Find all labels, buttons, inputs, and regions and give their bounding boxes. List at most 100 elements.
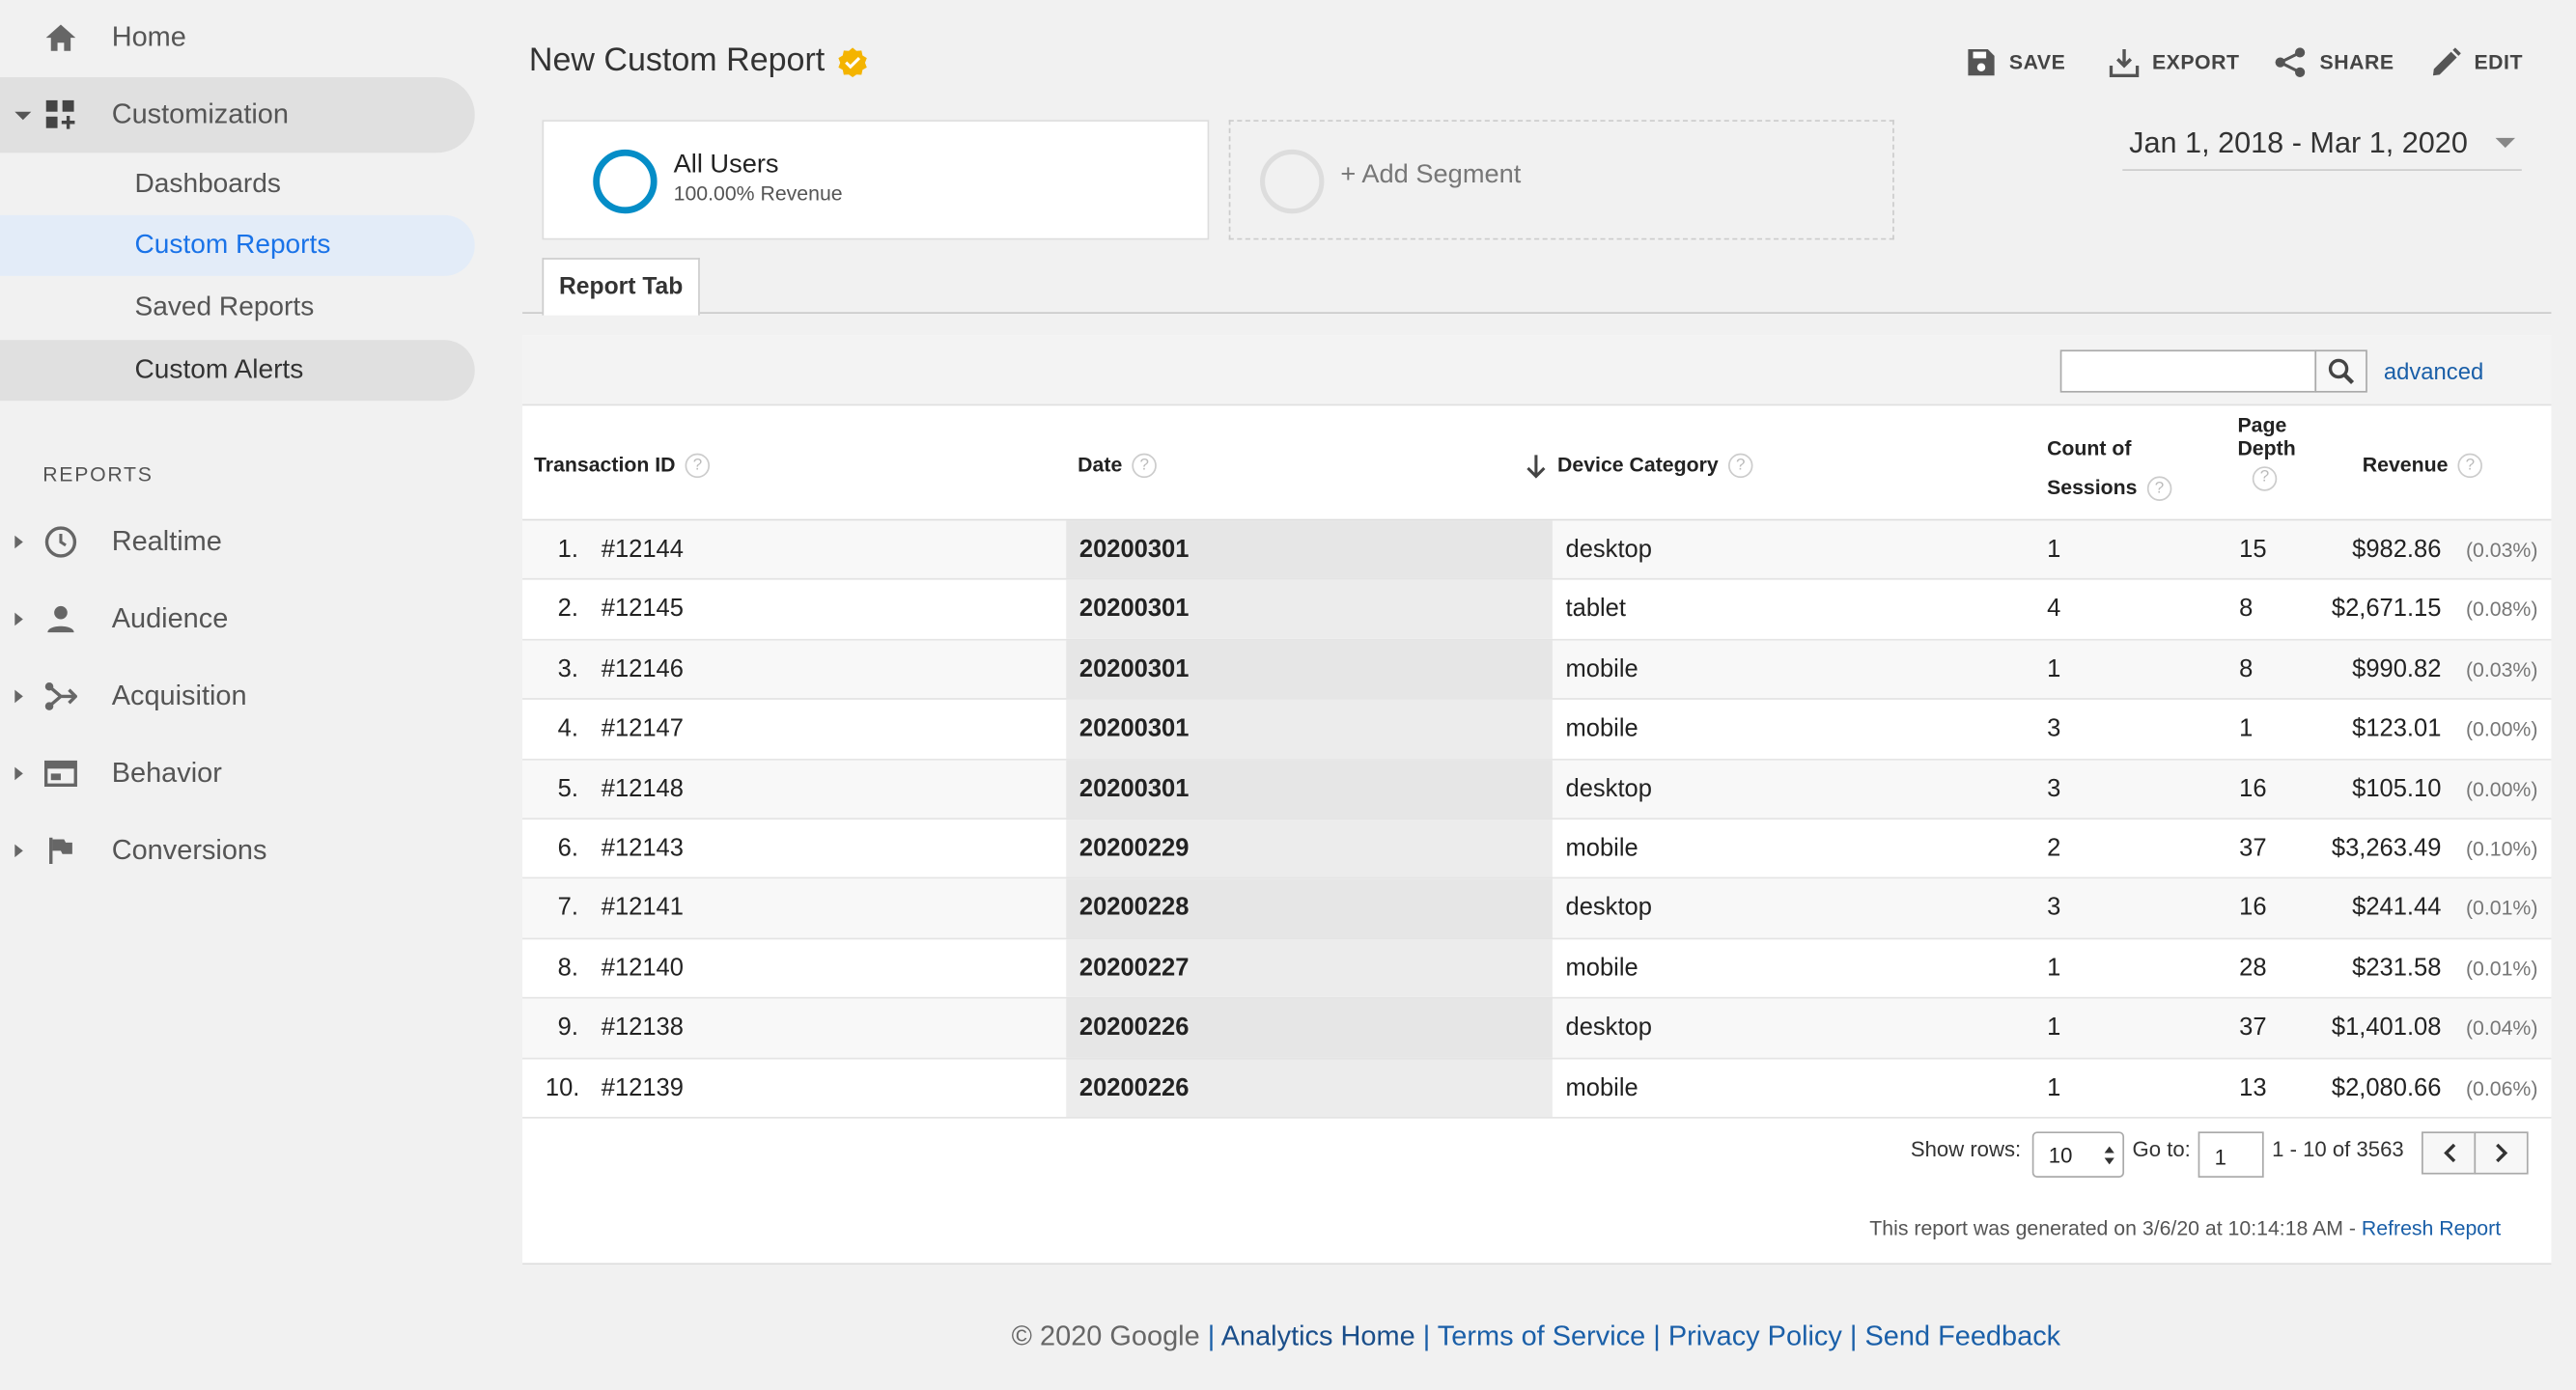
date-cell: 20200229	[1078, 834, 1190, 863]
row-number: 9.	[557, 1014, 578, 1042]
help-icon[interactable]: ?	[1727, 453, 1753, 479]
save-label: SAVE	[2008, 50, 2066, 74]
column-transaction-id[interactable]: Transaction ID ?	[534, 449, 711, 484]
feedback-link[interactable]: Send Feedback	[1864, 1320, 2060, 1351]
date-cell: 20200301	[1078, 595, 1190, 624]
sidebar-item-conversions[interactable]: Conversions	[0, 813, 475, 888]
column-date[interactable]: Date ?	[1078, 449, 1158, 484]
revenue-percent-cell: (0.10%)	[2465, 837, 2538, 861]
goto-page-input[interactable]: 1	[2198, 1131, 2264, 1178]
table-row[interactable]: 3. #12146 20200301 mobile 1 8 $990.82 (0.03%)	[522, 640, 2552, 701]
merge-arrows-icon	[42, 679, 78, 714]
refresh-report-link[interactable]: Refresh Report	[2362, 1217, 2501, 1240]
separator: |	[1849, 1320, 1858, 1352]
show-rows-select[interactable]: 10	[2031, 1131, 2125, 1178]
transaction-id-cell[interactable]: #12139	[602, 1073, 684, 1101]
sidebar-item-behavior[interactable]: Behavior	[0, 736, 475, 811]
sidebar-item-label: Saved Reports	[134, 292, 315, 322]
device-category-cell[interactable]: desktop	[1566, 774, 1652, 802]
goto-label: Go to:	[2132, 1136, 2191, 1161]
sidebar-item-audience[interactable]: Audience	[0, 581, 475, 656]
sidebar-item-custom-reports[interactable]: Custom Reports	[0, 214, 475, 276]
search-button[interactable]	[2314, 349, 2367, 393]
device-category-cell[interactable]: desktop	[1566, 894, 1652, 922]
device-category-cell[interactable]: mobile	[1566, 954, 1638, 982]
help-icon[interactable]: ?	[1132, 453, 1158, 479]
table-row[interactable]: 1. #12144 20200301 desktop 1 15 $982.86 (0.03%)	[522, 520, 2552, 581]
help-icon[interactable]: ?	[685, 453, 711, 479]
device-category-cell[interactable]: desktop	[1566, 536, 1652, 564]
chevron-right-icon	[14, 689, 23, 704]
device-category-cell[interactable]: mobile	[1566, 655, 1638, 683]
segment-all-users[interactable]: All Users 100.00% Revenue	[542, 120, 1210, 240]
device-category-cell[interactable]: tablet	[1566, 596, 1626, 624]
device-category-cell[interactable]: mobile	[1566, 834, 1638, 862]
column-count-of-sessions[interactable]: Count of Sessions?	[2047, 427, 2172, 506]
edit-button[interactable]: EDIT	[2431, 44, 2523, 80]
page-depth-cell: 8	[2239, 654, 2254, 683]
column-revenue[interactable]: Revenue ?	[2363, 449, 2483, 484]
transaction-id-cell[interactable]: #12141	[602, 894, 684, 922]
revenue-cell: $2,671.15	[2331, 595, 2442, 624]
revenue-cell: $982.86	[2352, 535, 2442, 564]
transaction-id-cell[interactable]: #12138	[602, 1014, 684, 1042]
transaction-id-cell[interactable]: #12148	[602, 774, 684, 802]
sessions-cell: 1	[2047, 1073, 2061, 1102]
transaction-id-cell[interactable]: #12140	[602, 954, 684, 982]
table-row[interactable]: 2. #12145 20200301 tablet 4 8 $2,671.15 (0.08%)	[522, 580, 2552, 641]
chevron-right-icon	[14, 766, 23, 781]
table-row[interactable]: 4. #12147 20200301 mobile 3 1 $123.01 (0.00%)	[522, 700, 2552, 761]
advanced-filter-link[interactable]: advanced	[2384, 358, 2483, 384]
sidebar-item-acquisition[interactable]: Acquisition	[0, 658, 475, 734]
dropdown-arrow-icon	[2495, 137, 2515, 149]
table-row[interactable]: 8. #12140 20200227 mobile 1 28 $231.58 (0.01%)	[522, 938, 2552, 999]
table-row[interactable]: 9. #12138 20200226 desktop 1 37 $1,401.08 (0.04…	[522, 998, 2552, 1059]
page-depth-cell: 28	[2239, 954, 2267, 983]
transaction-id-cell[interactable]: #12145	[602, 596, 684, 624]
date-range-picker[interactable]: Jan 1, 2018 - Mar 1, 2020	[2122, 122, 2522, 171]
device-category-cell[interactable]: mobile	[1566, 1073, 1638, 1101]
sidebar-item-realtime[interactable]: Realtime	[0, 504, 475, 579]
column-page-depth[interactable]: Page Depth ?	[2237, 414, 2296, 490]
sidebar-item-label: Dashboards	[134, 169, 281, 199]
transaction-id-cell[interactable]: #12144	[602, 536, 684, 564]
previous-page-button[interactable]	[2422, 1131, 2477, 1175]
transaction-id-cell[interactable]: #12147	[602, 714, 684, 742]
sessions-cell: 1	[2047, 954, 2061, 983]
device-category-cell[interactable]: mobile	[1566, 714, 1638, 742]
table-row[interactable]: 10. #12139 20200226 mobile 1 13 $2,080.66 (0.06…	[522, 1058, 2552, 1119]
table-row[interactable]: 6. #12143 20200229 mobile 2 37 $3,263.49 (0.10%…	[522, 820, 2552, 879]
column-device-category[interactable]: Device Category ?	[1525, 449, 1753, 484]
export-button[interactable]: EXPORT	[2109, 44, 2240, 80]
table-row[interactable]: 7. #12141 20200228 desktop 3 16 $241.44 (0.01%)	[522, 878, 2552, 939]
terms-link[interactable]: Terms of Service	[1438, 1320, 1645, 1351]
dashboard-add-icon	[42, 97, 78, 132]
device-category-cell[interactable]: desktop	[1566, 1014, 1652, 1042]
sidebar-item-custom-alerts[interactable]: Custom Alerts	[0, 340, 475, 402]
share-button[interactable]: SHARE	[2274, 44, 2394, 80]
help-icon[interactable]: ?	[2252, 465, 2278, 490]
next-page-button[interactable]	[2474, 1131, 2529, 1175]
transaction-id-cell[interactable]: #12146	[602, 655, 684, 683]
sidebar-item-saved-reports[interactable]: Saved Reports	[0, 278, 475, 339]
sidebar: Home Customization Dashboards Custom Rep…	[0, 0, 492, 1390]
table-search-input[interactable]	[2059, 349, 2317, 393]
sidebar-item-dashboards[interactable]: Dashboards	[0, 154, 475, 215]
help-icon[interactable]: ?	[2146, 476, 2172, 501]
privacy-link[interactable]: Privacy Policy	[1668, 1320, 1842, 1351]
analytics-home-link[interactable]: Analytics Home	[1221, 1320, 1415, 1351]
tab-report[interactable]: Report Tab	[542, 258, 700, 316]
report-generated-note: This report was generated on 3/6/20 at 1…	[1869, 1217, 2501, 1240]
revenue-percent-cell: (0.06%)	[2465, 1076, 2538, 1100]
revenue-cell: $1,401.08	[2331, 1014, 2442, 1042]
table-row[interactable]: 5. #12148 20200301 desktop 3 16 $105.10 (0.00%)	[522, 760, 2552, 820]
add-segment-button[interactable]: + Add Segment	[1228, 120, 1894, 240]
sidebar-item-customization[interactable]: Customization	[0, 76, 475, 153]
date-cell: 20200226	[1078, 1073, 1190, 1102]
clock-icon	[42, 524, 78, 560]
segment-name: All Users	[673, 151, 779, 180]
help-icon[interactable]: ?	[2457, 453, 2483, 479]
transaction-id-cell[interactable]: #12143	[602, 834, 684, 862]
sidebar-item-home[interactable]: Home	[0, 0, 492, 75]
save-button[interactable]: SAVE	[1967, 44, 2066, 80]
